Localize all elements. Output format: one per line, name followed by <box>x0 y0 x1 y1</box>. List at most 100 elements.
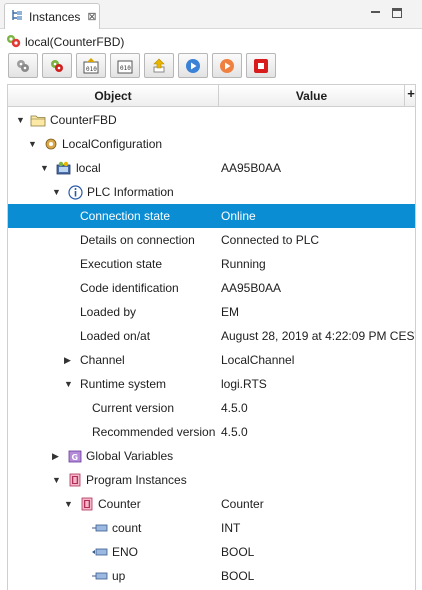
tree-row-plc-information[interactable]: ▼ PLC Information <box>8 180 415 204</box>
connect-button[interactable] <box>8 53 38 78</box>
expanded-arrow-icon[interactable]: ▼ <box>40 156 50 180</box>
folder-icon <box>30 113 46 127</box>
tree-row-label: count <box>112 521 142 535</box>
pause-button[interactable] <box>212 53 242 78</box>
column-header-value[interactable]: Value <box>219 85 405 107</box>
tree-row-label: Program Instances <box>86 473 187 487</box>
connect-icon <box>17 59 29 72</box>
tree-row-runtime-system[interactable]: ▼ Runtime system logi.RTS <box>8 372 415 396</box>
instances-tree-icon <box>11 9 23 24</box>
tree-row-label: Loaded on/at <box>80 329 151 343</box>
tab-instances[interactable]: Instances ⊠ <box>4 3 100 29</box>
program-icon <box>80 497 94 511</box>
tree-row-loaded-on-at[interactable]: Loaded on/at August 28, 2019 at 4:22:09 … <box>8 324 416 348</box>
stop-button[interactable] <box>246 53 276 78</box>
tree-row-channel[interactable]: ▶ Channel LocalChannel <box>8 348 415 372</box>
context-label: local(CounterFBD) <box>25 35 125 49</box>
tree-row-label: Loaded by <box>80 305 137 319</box>
expanded-arrow-icon[interactable]: ▼ <box>28 132 38 156</box>
tree-row-label: Current version <box>92 401 175 415</box>
tree-row-label: up <box>112 569 126 583</box>
tree-row-value: 4.5.0 <box>221 425 248 439</box>
tree-row-localconfiguration[interactable]: ▼ LocalConfiguration <box>8 132 415 156</box>
expanded-arrow-icon[interactable]: ▼ <box>64 372 74 396</box>
tree-row-label: CounterFBD <box>50 113 117 127</box>
tree-row-label: local <box>76 161 101 175</box>
tree-row-label: Recommended version <box>92 425 216 439</box>
tree-row-value: BOOL <box>221 569 255 583</box>
tree-row-counterfbd[interactable]: ▼ CounterFBD <box>8 108 415 132</box>
tree-row-count[interactable]: count INT <box>8 516 415 540</box>
tree-row-global-variables[interactable]: ▶ G Global Variables <box>8 444 415 468</box>
tree-row-value: LocalChannel <box>221 353 295 367</box>
start-button[interactable] <box>178 53 208 78</box>
tree-row-label: Details on connection <box>80 233 195 247</box>
tree-row-value: Running <box>221 257 266 271</box>
download-button[interactable]: 010 <box>76 53 106 78</box>
tree-row-label: Channel <box>80 353 125 367</box>
tab-label: Instances <box>29 9 81 24</box>
info-icon <box>68 184 83 200</box>
minimize-icon[interactable] <box>369 6 383 20</box>
configuration-icon <box>44 137 58 151</box>
variable-icon <box>92 523 108 533</box>
tree-row-code-identification[interactable]: Code identification AA95B0AA <box>8 276 415 300</box>
tree-row-connection-state[interactable]: Connection state Online <box>8 204 415 228</box>
upload-button[interactable] <box>144 53 174 78</box>
tree-row-value: 4.5.0 <box>221 401 248 415</box>
svg-text:010: 010 <box>86 66 97 73</box>
tree-row-eno[interactable]: ENO BOOL <box>8 540 415 564</box>
collapsed-arrow-icon[interactable]: ▶ <box>52 444 62 468</box>
global-variables-icon: G <box>68 450 82 463</box>
tree-row-value: AA95B0AA <box>221 161 282 175</box>
tree-row-local[interactable]: ▼ local AA95B0AA <box>8 156 415 180</box>
start-icon <box>186 58 200 73</box>
tree-row-label: Runtime system <box>80 377 167 391</box>
svg-text:G: G <box>72 453 79 462</box>
disconnect-button[interactable] <box>42 53 72 78</box>
tree-row-label: Counter <box>98 497 141 511</box>
tree-row-label: Execution state <box>80 257 163 271</box>
tree-row-up[interactable]: up BOOL <box>8 564 415 588</box>
tree-row-label: ENO <box>112 545 139 559</box>
table-header: Object Value + <box>8 85 415 107</box>
variable-icon <box>92 571 108 581</box>
tree-row-current-version[interactable]: Current version 4.5.0 <box>8 396 415 420</box>
disconnect-icon <box>51 59 63 72</box>
tree-row-program-instances[interactable]: ▼ Program Instances <box>8 468 415 492</box>
instances-view: local(CounterFBD) 010 010 Object Value +… <box>0 29 422 590</box>
pause-icon <box>220 58 234 73</box>
tree-row-details-on-connection[interactable]: Details on connection Connected to PLC <box>8 228 415 252</box>
add-column-button[interactable]: + <box>405 85 415 107</box>
tree-row-counter[interactable]: ▼ Counter Counter <box>8 492 415 516</box>
resource-status-icon <box>6 33 22 52</box>
close-icon[interactable]: ⊠ <box>87 10 96 23</box>
svg-text:010: 010 <box>120 65 131 72</box>
upload-icon <box>153 58 165 72</box>
tree-row-loaded-by[interactable]: Loaded by EM <box>8 300 415 324</box>
expanded-arrow-icon[interactable]: ▼ <box>52 180 62 204</box>
expanded-arrow-icon[interactable]: ▼ <box>64 492 74 516</box>
resource-icon <box>56 161 72 176</box>
tree-row-execution-state[interactable]: Execution state Running <box>8 252 415 276</box>
tree-row-recommended-version[interactable]: Recommended version 4.5.0 <box>8 420 415 444</box>
column-header-object[interactable]: Object <box>8 85 219 107</box>
tree-row-label: Connection state <box>80 209 171 223</box>
maximize-icon[interactable] <box>392 8 402 18</box>
tree-rows: ▼ CounterFBD ▼ LocalConfiguration ▼ loca… <box>8 108 416 588</box>
collapsed-arrow-icon[interactable]: ▶ <box>64 348 74 372</box>
stop-icon <box>254 58 268 73</box>
tree-row-value: INT <box>221 521 241 535</box>
tree-row-value: BOOL <box>221 545 255 559</box>
tree-row-value: Counter <box>221 497 264 511</box>
tree-row-label: Global Variables <box>86 449 174 463</box>
expanded-arrow-icon[interactable]: ▼ <box>52 468 62 492</box>
context-header: local(CounterFBD) <box>6 33 124 51</box>
expanded-arrow-icon[interactable]: ▼ <box>16 108 26 132</box>
download-icon: 010 <box>83 57 99 73</box>
tree-row-value: August 28, 2019 at 4:22:09 PM CEST <box>221 329 416 343</box>
tree-row-label: Code identification <box>80 281 179 295</box>
instances-tree-table: Object Value + ▼ CounterFBD ▼ LocalConfi… <box>7 84 416 590</box>
tree-row-value: logi.RTS <box>221 377 267 391</box>
online-change-button[interactable]: 010 <box>110 53 140 78</box>
